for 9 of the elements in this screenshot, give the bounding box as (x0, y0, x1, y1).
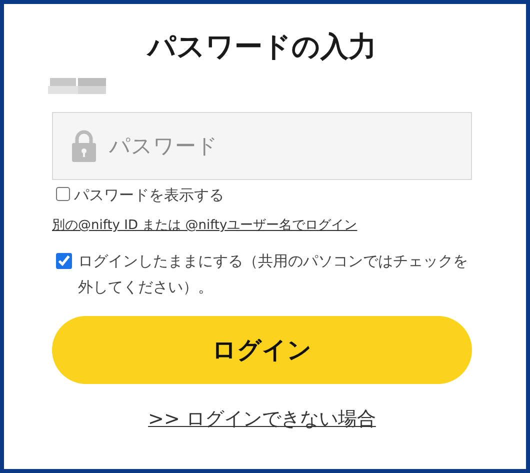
checkbox-label: ログインしたままにする（共用のパソコンではチェックを外してください）。 (78, 251, 469, 298)
login-button[interactable]: ログイン (52, 316, 472, 384)
password-field[interactable]: パスワード (52, 112, 472, 180)
checkbox-label: パスワードを表示する (74, 185, 224, 206)
alt-login-link[interactable]: 別の@nifty ID または @niftyユーザー名でログイン (52, 216, 358, 236)
help-link[interactable]: >> ログインできない場合 (148, 408, 376, 430)
checkbox[interactable] (56, 253, 72, 269)
page-title: パスワードの入力 (146, 29, 378, 65)
checkbox[interactable] (56, 187, 70, 201)
